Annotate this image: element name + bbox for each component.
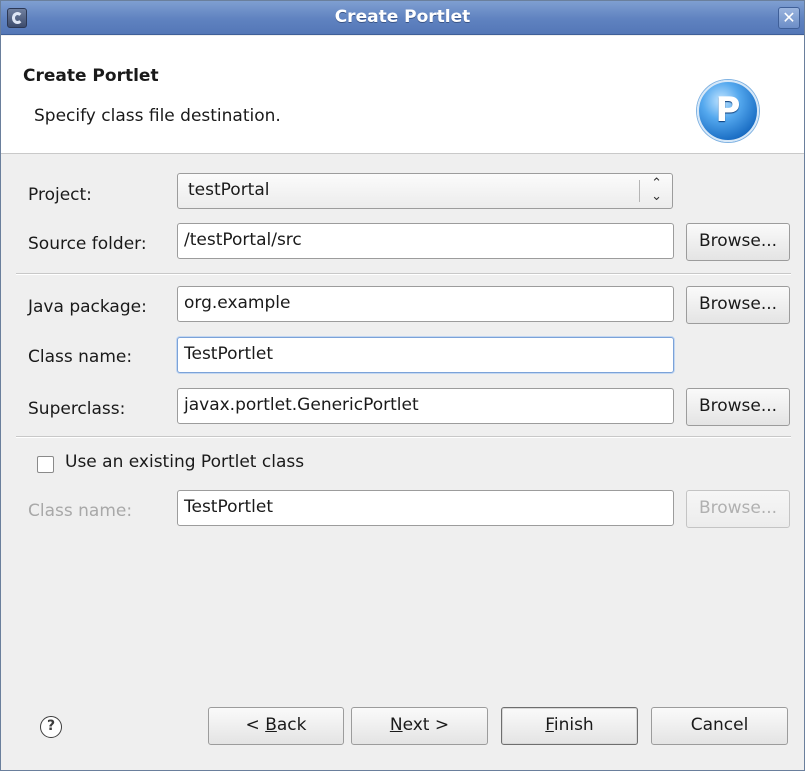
project-combo[interactable]: testPortal ⌃ ⌄ [177, 173, 673, 209]
back-button[interactable]: < Back [208, 707, 344, 745]
use-existing-checkbox[interactable] [37, 456, 54, 473]
banner-description: Specify class file destination. [34, 106, 281, 126]
java-package-field[interactable]: org.example [177, 286, 674, 322]
project-value: testPortal [188, 180, 270, 200]
next-button[interactable]: Next > [351, 707, 488, 745]
class-name-label: Class name: [28, 347, 133, 367]
project-label: Project: [28, 185, 92, 205]
separator [16, 436, 791, 438]
banner-title: Create Portlet [23, 66, 159, 86]
close-icon[interactable]: ✕ [778, 7, 800, 29]
superclass-field[interactable]: javax.portlet.GenericPortlet [177, 388, 674, 424]
existing-class-name-label: Class name: [28, 501, 133, 521]
logo-letter: P [715, 90, 741, 130]
java-package-browse-button[interactable]: Browse... [686, 286, 790, 324]
next-mnemonic: N [389, 715, 403, 735]
combo-separator [639, 180, 640, 202]
help-icon[interactable]: ? [40, 716, 62, 738]
finish-rest: inish [553, 715, 594, 735]
create-portlet-dialog: Create Portlet ✕ Create Portlet Specify … [0, 0, 805, 771]
class-name-field[interactable]: TestPortlet [177, 337, 674, 373]
back-rest: ack [276, 715, 307, 735]
back-mnemonic: B [265, 715, 277, 735]
existing-class-name-field[interactable]: TestPortlet [177, 490, 674, 526]
title-bar[interactable]: Create Portlet ✕ [1, 1, 804, 35]
portlet-wizard-icon: P [697, 80, 759, 142]
source-folder-field[interactable]: /testPortal/src [177, 223, 674, 259]
superclass-label: Superclass: [28, 399, 126, 419]
java-package-label: Java package: [28, 297, 147, 317]
window-title: Create Portlet [334, 7, 471, 27]
wizard-banner: Create Portlet Specify class file destin… [1, 36, 804, 154]
cancel-button[interactable]: Cancel [651, 707, 788, 745]
finish-button[interactable]: Finish [501, 707, 638, 745]
superclass-browse-button[interactable]: Browse... [686, 388, 790, 426]
source-folder-label: Source folder: [28, 234, 147, 254]
separator [16, 273, 791, 275]
next-rest: ext > [402, 715, 450, 735]
source-folder-browse-button[interactable]: Browse... [686, 223, 790, 261]
use-existing-label[interactable]: Use an existing Portlet class [65, 452, 304, 472]
existing-class-browse-button[interactable]: Browse... [686, 490, 790, 528]
finish-mnemonic: F [545, 715, 554, 735]
chevron-up-down-icon: ⌃ ⌄ [651, 176, 662, 204]
back-prefix: < [245, 715, 266, 735]
